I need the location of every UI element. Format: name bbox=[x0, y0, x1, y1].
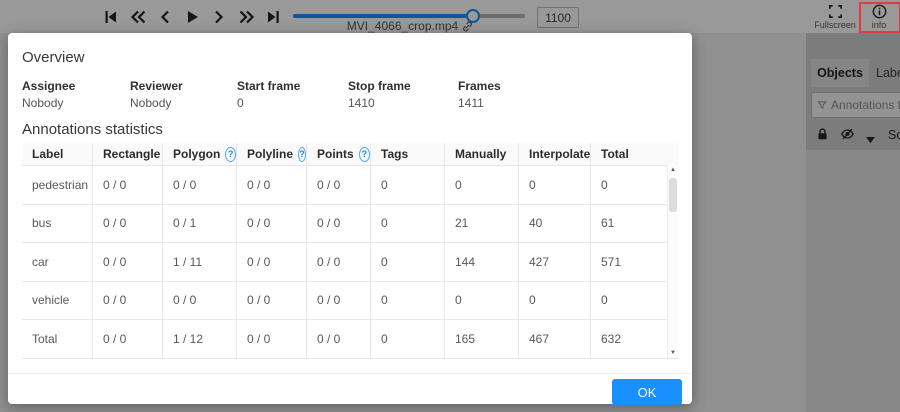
cell: 0 / 0 bbox=[306, 204, 370, 242]
cell: 0 / 0 bbox=[162, 166, 236, 204]
cell: 144 bbox=[444, 243, 518, 281]
question-circle-icon[interactable]: ? bbox=[298, 146, 306, 162]
cell: 0 bbox=[444, 166, 518, 204]
cell: vehicle bbox=[32, 293, 70, 308]
field-assignee: Assignee Nobody bbox=[22, 79, 130, 110]
cell: 0 / 0 bbox=[236, 204, 306, 242]
cell: 0 / 0 bbox=[236, 166, 306, 204]
field-label: Assignee bbox=[22, 79, 76, 93]
statistics-table: Label Rectangle? Polygon? Polyline? Poin… bbox=[22, 143, 678, 359]
question-circle-icon[interactable]: ? bbox=[358, 146, 370, 162]
cell: 0 / 0 bbox=[306, 166, 370, 204]
cell: 0 / 0 bbox=[92, 166, 162, 204]
cell: 0 bbox=[444, 281, 518, 319]
table-row-car: car 0 / 0 1 / 11 0 / 0 0 / 0 0 144 427 5… bbox=[22, 243, 678, 282]
cell: 571 bbox=[590, 243, 678, 281]
col-polyline: Polyline? bbox=[236, 143, 306, 165]
cell: 0 bbox=[590, 166, 678, 204]
cell: 0 bbox=[370, 243, 444, 281]
table-row-bus: bus 0 / 0 0 / 1 0 / 0 0 / 0 0 21 40 61 bbox=[22, 204, 678, 243]
cvat-annotation-screen: MVI_4066_crop.mp4 Fullscreen info Object… bbox=[0, 0, 900, 412]
field-start-frame: Start frame 0 bbox=[237, 79, 348, 110]
cell: 0 / 0 bbox=[162, 281, 236, 319]
cell: 632 bbox=[590, 320, 678, 358]
field-value: 1410 bbox=[348, 96, 375, 110]
col-tags: Tags bbox=[370, 143, 444, 165]
table-row-total: Total 0 / 0 1 / 12 0 / 0 0 / 0 0 165 467… bbox=[22, 320, 678, 359]
cell: 0 / 0 bbox=[236, 320, 306, 358]
cell: 0 bbox=[370, 166, 444, 204]
cell: 0 bbox=[370, 281, 444, 319]
cell: 427 bbox=[518, 243, 590, 281]
ok-button[interactable]: OK bbox=[612, 379, 682, 405]
cell: 21 bbox=[444, 204, 518, 242]
cell: Total bbox=[32, 331, 58, 346]
cell: 0 bbox=[518, 166, 590, 204]
job-info-modal: Overview Assignee Nobody Reviewer Nobody… bbox=[8, 33, 692, 405]
field-value: 1411 bbox=[458, 96, 484, 110]
cell: 1 / 12 bbox=[162, 320, 236, 358]
cell: 0 bbox=[370, 320, 444, 358]
cell: 0 / 1 bbox=[162, 204, 236, 242]
scrollbar-thumb[interactable] bbox=[669, 178, 677, 212]
cell: 0 bbox=[370, 204, 444, 242]
col-points: Points? bbox=[306, 143, 370, 165]
cell: 0 / 0 bbox=[92, 243, 162, 281]
cell: 61 bbox=[590, 204, 678, 242]
cell: 0 / 0 bbox=[306, 320, 370, 358]
col-manually: Manually bbox=[444, 143, 518, 165]
cell: 1 / 11 bbox=[162, 243, 236, 281]
cell: car bbox=[32, 254, 49, 269]
table-scrollbar[interactable]: ▲ ▼ bbox=[667, 165, 678, 358]
field-label: Frames bbox=[458, 79, 501, 93]
cell: 0 / 0 bbox=[92, 320, 162, 358]
cell: 0 / 0 bbox=[236, 281, 306, 319]
cell: 40 bbox=[518, 204, 590, 242]
col-interpolated: Interpolated bbox=[518, 143, 590, 165]
table-row-vehicle: vehicle 0 / 0 0 / 0 0 / 0 0 / 0 0 0 0 0 bbox=[22, 281, 678, 320]
field-stop-frame: Stop frame 1410 bbox=[348, 79, 458, 110]
info-highlight-box bbox=[859, 2, 900, 33]
field-frames: Frames 1411 bbox=[458, 79, 558, 110]
field-reviewer: Reviewer Nobody bbox=[130, 79, 237, 110]
modal-footer-divider bbox=[8, 373, 692, 374]
field-label: Stop frame bbox=[348, 79, 411, 93]
statistics-title: Annotations statistics bbox=[22, 121, 163, 138]
cell: 165 bbox=[444, 320, 518, 358]
field-value: Nobody bbox=[130, 96, 172, 110]
field-value: Nobody bbox=[22, 96, 64, 110]
col-total: Total bbox=[590, 143, 678, 165]
cell: 0 / 0 bbox=[236, 243, 306, 281]
scroll-down-icon[interactable]: ▼ bbox=[668, 350, 678, 356]
overview-fields: Assignee Nobody Reviewer Nobody Start fr… bbox=[22, 79, 558, 110]
cell: pedestrian bbox=[32, 177, 89, 192]
cell: 0 / 0 bbox=[92, 204, 162, 242]
table-header-row: Label Rectangle? Polygon? Polyline? Poin… bbox=[22, 143, 678, 166]
cell: 0 / 0 bbox=[306, 243, 370, 281]
overview-title: Overview bbox=[22, 49, 85, 66]
cell: 0 / 0 bbox=[306, 281, 370, 319]
cell: bus bbox=[32, 216, 52, 231]
col-polygon: Polygon? bbox=[162, 143, 236, 165]
table-row-pedestrian: pedestrian 0 / 0 0 / 0 0 / 0 0 / 0 0 0 0… bbox=[22, 166, 678, 205]
question-circle-icon[interactable]: ? bbox=[225, 146, 236, 162]
cell: 0 / 0 bbox=[92, 281, 162, 319]
scroll-up-icon[interactable]: ▲ bbox=[668, 167, 678, 173]
cell: 0 bbox=[518, 281, 590, 319]
col-rectangle: Rectangle? bbox=[92, 143, 162, 165]
cell: 0 bbox=[590, 281, 678, 319]
field-label: Reviewer bbox=[130, 79, 183, 93]
col-label: Label bbox=[32, 147, 64, 161]
field-value: 0 bbox=[237, 96, 244, 110]
cell: 467 bbox=[518, 320, 590, 358]
field-label: Start frame bbox=[237, 79, 301, 93]
